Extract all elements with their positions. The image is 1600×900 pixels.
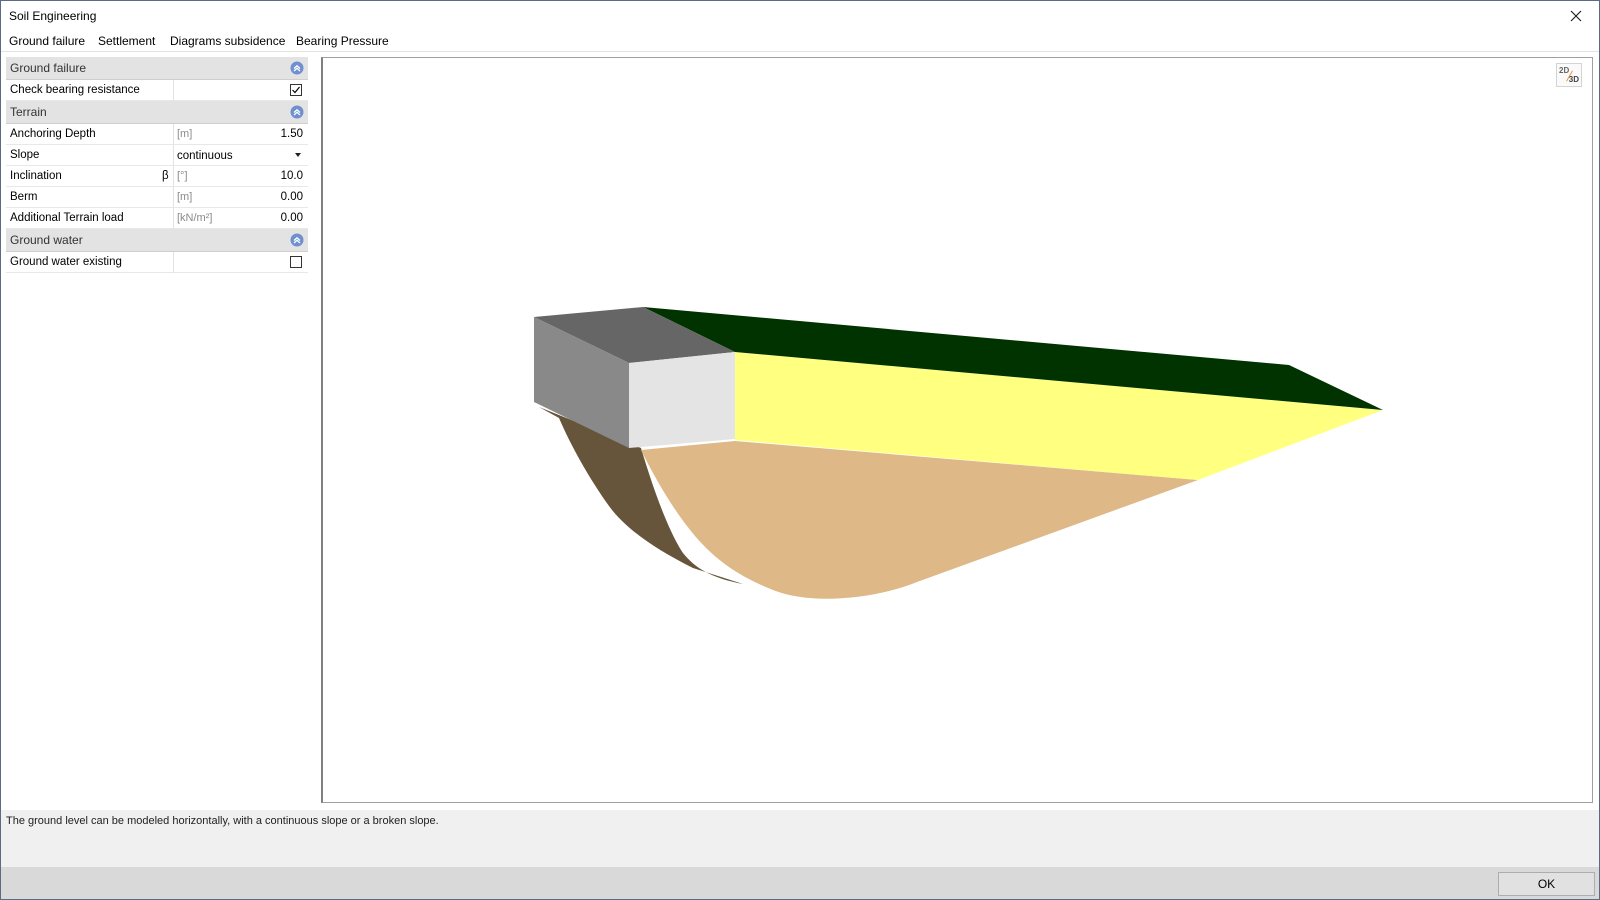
check-bearing-resistance-label: Check bearing resistance: [10, 84, 140, 96]
section-ground-failure[interactable]: Ground failure: [6, 57, 308, 80]
additional-terrain-load-label: Additional Terrain load: [10, 212, 124, 224]
column-divider: [173, 80, 174, 101]
close-icon: [1570, 10, 1582, 22]
column-divider: [173, 252, 174, 273]
help-panel: The ground level can be modeled horizont…: [1, 810, 1599, 867]
menu-ground-failure[interactable]: Ground failure: [9, 34, 85, 48]
section-ground-water-label: Ground water: [10, 233, 83, 247]
soil-failure-model: [534, 307, 1383, 599]
property-panel: Ground failure Check bearing resistance …: [6, 57, 308, 273]
section-ground-failure-label: Ground failure: [10, 61, 87, 75]
ground-water-existing-checkbox[interactable]: [290, 256, 302, 268]
row-check-bearing-resistance: Check bearing resistance: [6, 80, 308, 101]
view-3d-label: 3D: [1568, 75, 1579, 84]
collapse-icon[interactable]: [290, 105, 304, 119]
ground-water-existing-label: Ground water existing: [10, 256, 122, 268]
view-2d-label: 2D: [1559, 66, 1570, 75]
column-divider: [173, 208, 174, 229]
soil-engineering-dialog: Soil Engineering Ground failure Settleme…: [0, 0, 1600, 900]
column-divider: [173, 145, 174, 166]
anchoring-depth-unit: [m]: [177, 128, 193, 140]
row-berm: Berm [m] 0.00: [6, 187, 308, 208]
checkmark-icon: [292, 86, 300, 94]
foundation-front: [629, 352, 735, 448]
column-divider: [173, 187, 174, 208]
anchoring-depth-label: Anchoring Depth: [10, 128, 96, 140]
inclination-label: Inclination: [10, 170, 62, 182]
row-ground-water-existing: Ground water existing: [6, 252, 308, 273]
button-bar: OK: [1, 867, 1599, 899]
section-terrain[interactable]: Terrain: [6, 101, 308, 124]
column-divider: [173, 166, 174, 187]
row-inclination: Inclination β [°] 10.0: [6, 166, 308, 187]
inclination-symbol: β: [162, 170, 169, 182]
ok-button[interactable]: OK: [1498, 872, 1595, 896]
berm-unit: [m]: [177, 191, 193, 203]
title-bar: Soil Engineering: [1, 1, 1599, 31]
section-ground-water[interactable]: Ground water: [6, 229, 308, 252]
3d-viewport[interactable]: 2D 3D: [321, 57, 1593, 803]
berm-label: Berm: [10, 191, 38, 203]
view-2d-3d-toggle[interactable]: 2D 3D: [1556, 63, 1582, 87]
row-anchoring-depth: Anchoring Depth [m] 1.50: [6, 124, 308, 145]
chevron-down-icon[interactable]: [295, 153, 301, 157]
additional-terrain-load-input[interactable]: 0.00: [281, 212, 303, 224]
berm-input[interactable]: 0.00: [281, 191, 303, 203]
menu-bar: Ground failure Settlement Diagrams subsi…: [1, 31, 1599, 52]
section-terrain-label: Terrain: [10, 105, 47, 119]
row-additional-terrain-load: Additional Terrain load [kN/m²] 0.00: [6, 208, 308, 229]
collapse-icon[interactable]: [290, 233, 304, 247]
slope-label: Slope: [10, 149, 40, 161]
slope-select[interactable]: continuous: [177, 150, 233, 162]
menu-bearing-pressure[interactable]: Bearing Pressure: [296, 34, 389, 48]
additional-terrain-load-unit: [kN/m²]: [177, 212, 213, 224]
help-text: The ground level can be modeled horizont…: [6, 815, 439, 827]
window-title: Soil Engineering: [9, 9, 97, 23]
menu-diagrams-subsidence[interactable]: Diagrams subsidence: [170, 34, 285, 48]
inclination-input[interactable]: 10.0: [281, 170, 303, 182]
menu-settlement[interactable]: Settlement: [98, 34, 155, 48]
anchoring-depth-input[interactable]: 1.50: [281, 128, 303, 140]
close-button[interactable]: [1553, 1, 1599, 31]
column-divider: [173, 124, 174, 145]
row-slope: Slope continuous: [6, 145, 308, 166]
inclination-unit: [°]: [177, 170, 188, 182]
collapse-icon[interactable]: [290, 61, 304, 75]
check-bearing-resistance-checkbox[interactable]: [290, 84, 302, 96]
